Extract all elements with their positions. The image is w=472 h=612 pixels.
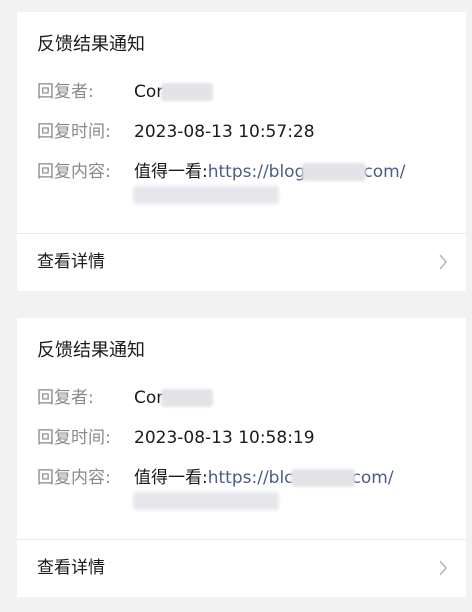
- redaction-mask: [161, 83, 214, 101]
- view-details-label: 查看详情: [37, 252, 105, 272]
- view-details-button[interactable]: 查看详情: [17, 234, 466, 291]
- replier-label: 回复者:: [37, 82, 94, 102]
- redaction-mask: [133, 492, 279, 510]
- content-link[interactable]: https://blc com/: [208, 468, 394, 488]
- content-label: 回复内容:: [37, 162, 111, 182]
- content-value: 值得一看:https://blc com/: [134, 466, 394, 490]
- redaction-mask: [161, 389, 214, 407]
- replier-value: Cor: [134, 80, 214, 104]
- redaction-mask: [290, 469, 355, 487]
- chevron-right-icon: [439, 560, 447, 576]
- replier-value: Cor: [134, 386, 214, 410]
- view-details-label: 查看详情: [37, 558, 105, 578]
- time-value: 2023-08-13 10:57:28: [134, 122, 315, 142]
- replier-name: Cor: [134, 82, 164, 102]
- time-value: 2023-08-13 10:58:19: [134, 428, 315, 448]
- card-title: 反馈结果通知: [37, 340, 145, 361]
- time-label: 回复时间:: [37, 122, 111, 142]
- content-prefix: 值得一看:: [134, 162, 208, 182]
- notification-card: 反馈结果通知 回复者: Cor 回复时间: 2023-08-13 10:57:2…: [17, 12, 466, 291]
- content-value: 值得一看:https://blog com/: [134, 160, 405, 184]
- notification-card: 反馈结果通知 回复者: Cor 回复时间: 2023-08-13 10:58:1…: [17, 318, 466, 597]
- content-prefix: 值得一看:: [134, 468, 208, 488]
- link-end[interactable]: com/: [363, 162, 405, 182]
- replier-label: 回复者:: [37, 388, 94, 408]
- card-title: 反馈结果通知: [37, 34, 145, 55]
- link-start[interactable]: https://blog: [208, 162, 306, 182]
- content-label: 回复内容:: [37, 468, 111, 488]
- view-details-button[interactable]: 查看详情: [17, 540, 466, 597]
- link-end[interactable]: com/: [352, 468, 394, 488]
- link-start[interactable]: https://blc: [208, 468, 294, 488]
- redaction-mask: [302, 163, 367, 181]
- time-label: 回复时间:: [37, 428, 111, 448]
- notification-list: 反馈结果通知 回复者: Cor 回复时间: 2023-08-13 10:57:2…: [0, 0, 472, 612]
- redaction-mask: [133, 186, 279, 204]
- chevron-right-icon: [439, 254, 447, 270]
- content-link[interactable]: https://blog com/: [208, 162, 406, 182]
- replier-name: Cor: [134, 388, 164, 408]
